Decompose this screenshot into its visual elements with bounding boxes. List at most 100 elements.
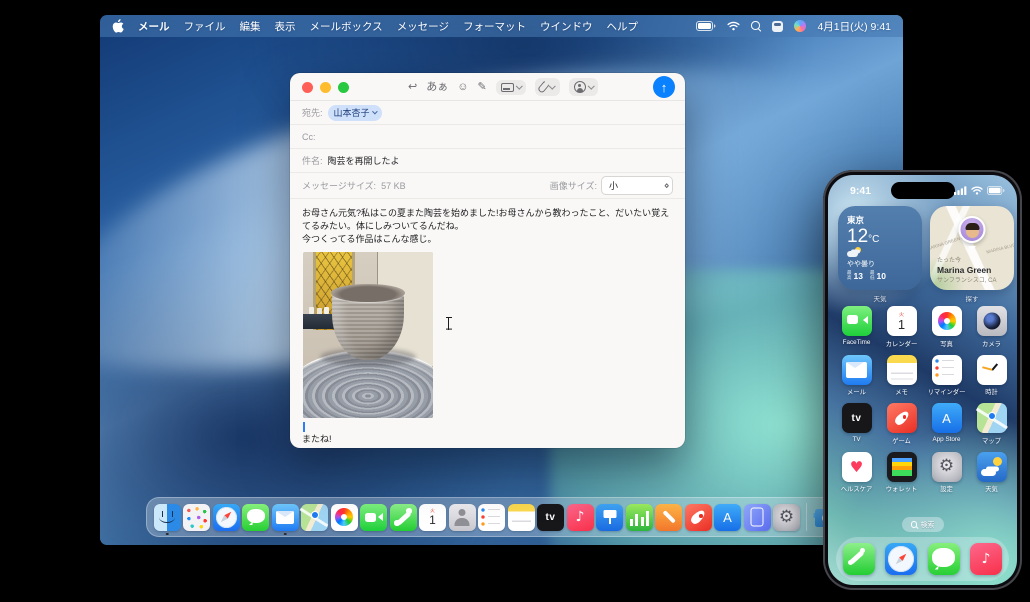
dock-item-games[interactable] <box>684 500 712 534</box>
iphone-app-notes[interactable]: メモ <box>879 354 924 396</box>
dock-item-phone[interactable] <box>389 500 417 534</box>
iphone-app-settings[interactable]: 設定 <box>924 451 969 493</box>
image-size-value: 小 <box>609 181 619 191</box>
iphone-app-photos[interactable]: 写真 <box>924 306 969 348</box>
emoji-icon[interactable]: ☺ <box>457 81 468 93</box>
iphone-app-games[interactable]: ゲーム <box>879 403 924 445</box>
iphone-search-pill[interactable]: 検索 <box>901 517 944 532</box>
menu-item-app-name[interactable]: メール <box>138 19 170 34</box>
iphone-app-calendar[interactable]: 火 1 カレンダー <box>879 306 924 348</box>
dock-item-launchpad[interactable] <box>183 500 211 534</box>
iphone-app-facetime[interactable]: FaceTime <box>834 306 879 348</box>
dock-item-facetime[interactable] <box>360 500 388 534</box>
dynamic-island <box>890 182 955 199</box>
photo-browser-button[interactable] <box>495 79 527 95</box>
dock-item-numbers[interactable] <box>625 500 653 534</box>
weather-widget[interactable]: 東京 12°C やや曇り 最高 13 最低 10 <box>838 206 922 290</box>
iphone-dock <box>836 537 1009 581</box>
apple-menu-icon[interactable] <box>112 19 124 33</box>
iphone-app-mail[interactable]: メール <box>834 354 879 396</box>
iphone-app-weather[interactable]: 天気 <box>969 451 1014 493</box>
recipient-chip[interactable]: 山本杏子 <box>327 104 383 121</box>
dock-item-settings[interactable] <box>773 500 801 534</box>
undo-icon[interactable]: ↩ <box>408 81 417 93</box>
dock-item-keynote[interactable] <box>596 500 624 534</box>
menu-item-help[interactable]: ヘルプ <box>606 19 638 34</box>
battery-icon[interactable] <box>696 21 716 31</box>
safari-icon[interactable] <box>885 543 918 575</box>
dock-item-calendar[interactable]: 火1 <box>419 500 447 534</box>
close-button[interactable] <box>302 82 313 93</box>
iphone-app-camera[interactable]: カメラ <box>969 306 1014 348</box>
iphone-app-health[interactable]: ヘルスケア <box>834 451 879 493</box>
text-caret <box>303 422 305 433</box>
app-label: 時計 <box>985 389 998 396</box>
stepper-icon <box>663 182 669 190</box>
iphone-app-reminders[interactable]: リマインダー <box>924 354 969 396</box>
pages-icon <box>655 503 682 531</box>
message-size-row: メッセージサイズ: 57 KB 画像サイズ: 小 <box>290 173 685 199</box>
menu-item-window[interactable]: ウインドウ <box>540 19 593 34</box>
dock-item-appstore[interactable]: A <box>714 500 742 534</box>
siri-icon[interactable] <box>794 20 807 32</box>
facetime-icon <box>360 503 387 531</box>
menu-item-mailbox[interactable]: メールボックス <box>310 19 383 34</box>
app-label: 設定 <box>940 486 953 493</box>
dock-item-pages[interactable] <box>655 500 683 534</box>
dock-divider <box>806 503 807 531</box>
image-size-select[interactable]: 小 <box>601 176 673 195</box>
control-center-icon[interactable] <box>772 20 784 32</box>
dock-item-tv[interactable]: tv <box>537 500 565 534</box>
menu-bar: メール ファイル 編集 表示 メールボックス メッセージ フォーマット ウインド… <box>100 15 903 37</box>
menu-bar-clock[interactable]: 4月1日(火) 9:41 <box>817 19 891 34</box>
insert-contact-button[interactable] <box>568 78 599 96</box>
menu-item-view[interactable]: 表示 <box>275 19 296 34</box>
subject-value: 陶芸を再開したよ <box>327 156 400 166</box>
weather-condition: やや曇り <box>847 260 875 268</box>
cc-field[interactable]: Cc: <box>290 125 685 149</box>
music-icon[interactable] <box>969 543 1002 575</box>
message-body[interactable]: お母さん元気?私はこの夏また陶芸を始めました!お母さんから教わったこと、だいたい… <box>290 199 685 448</box>
dock-item-contacts[interactable] <box>448 500 476 534</box>
iphone-app-tv[interactable]: tv TV <box>834 403 879 445</box>
app-store-icon: A <box>931 403 962 433</box>
wifi-icon[interactable] <box>727 21 741 31</box>
menu-item-message[interactable]: メッセージ <box>397 19 449 34</box>
minimize-button[interactable] <box>320 82 331 93</box>
menu-item-format[interactable]: フォーマット <box>463 19 526 34</box>
calendar-icon: 火1 <box>886 306 917 336</box>
dock-item-notes[interactable] <box>507 500 535 534</box>
body-closing: またね! <box>302 434 332 445</box>
attach-file-button[interactable] <box>535 78 560 96</box>
phone-icon[interactable] <box>843 543 875 575</box>
screenshot-stage: メール ファイル 編集 表示 メールボックス メッセージ フォーマット ウインド… <box>0 0 1030 602</box>
zoom-button[interactable] <box>338 82 349 93</box>
iphone-app-clock[interactable]: 時計 <box>969 354 1014 396</box>
pottery-photo[interactable] <box>303 252 433 419</box>
to-field[interactable]: 宛先: 山本杏子 <box>290 101 685 125</box>
menu-item-edit[interactable]: 編集 <box>240 19 261 34</box>
iphone-app-maps[interactable]: マップ <box>969 403 1014 445</box>
iphone-app-wallet[interactable]: ウォレット <box>879 451 924 493</box>
dock-item-music[interactable] <box>566 500 594 534</box>
camera-icon <box>976 306 1007 336</box>
window-titlebar[interactable]: ↩ あぁ ☺ ✎ ↑ <box>290 73 685 101</box>
findmy-widget[interactable]: MARINA GREEN DR MARINA BLVD たった今 Marina … <box>930 206 1014 290</box>
dock-item-mail[interactable] <box>271 500 299 535</box>
send-button[interactable]: ↑ <box>653 76 675 98</box>
iphone-app-appstore[interactable]: A App Store <box>924 403 969 445</box>
dock-item-finder[interactable] <box>153 500 181 535</box>
dock-item-safari[interactable] <box>212 500 240 534</box>
format-text-button[interactable]: あぁ <box>426 81 448 93</box>
markup-icon[interactable]: ✎ <box>477 81 486 93</box>
dock-item-maps[interactable] <box>301 500 329 534</box>
menu-item-file[interactable]: ファイル <box>184 19 226 34</box>
messages-icon[interactable] <box>927 543 960 575</box>
subject-field[interactable]: 件名: 陶芸を再開したよ <box>290 149 685 173</box>
dock-item-reminders[interactable] <box>478 500 506 534</box>
dock-item-photos[interactable] <box>330 500 358 534</box>
body-signature: 奈緒美 ♥ <box>302 446 673 448</box>
spotlight-search-icon[interactable] <box>751 21 761 31</box>
dock-item-messages[interactable] <box>242 500 270 534</box>
dock-item-iphone-mirroring[interactable] <box>743 500 771 534</box>
